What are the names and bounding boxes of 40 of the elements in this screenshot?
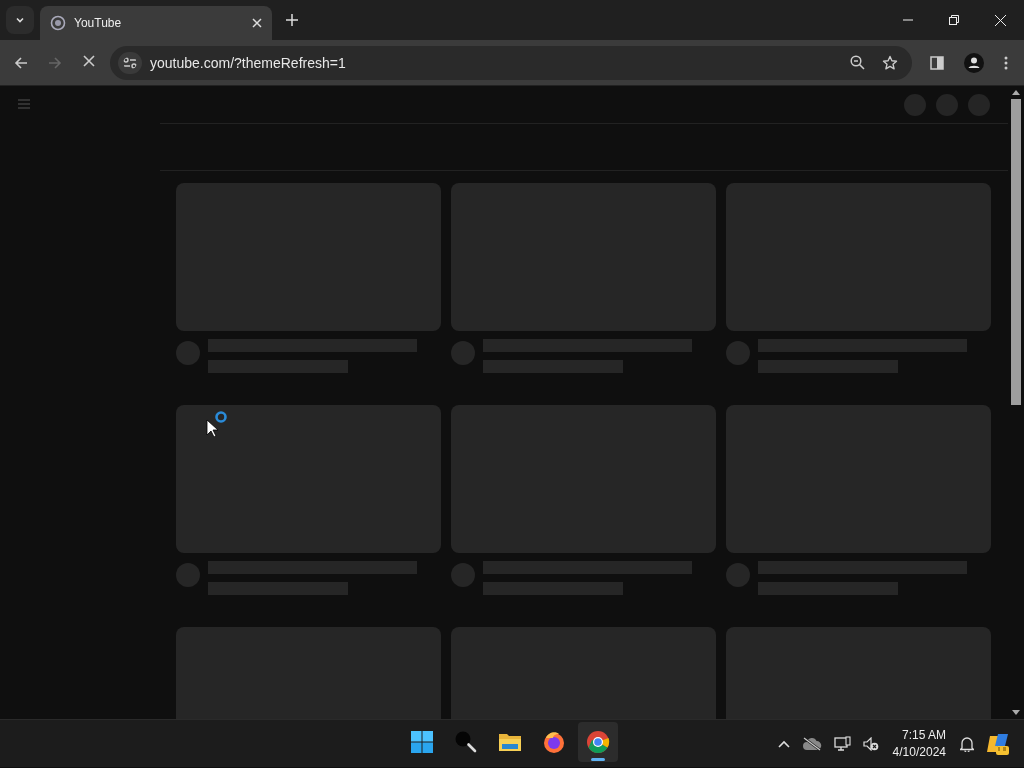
firefox-browser-icon	[542, 730, 566, 754]
menu-icon[interactable]	[1004, 55, 1008, 70]
avatar-placeholder	[726, 341, 750, 365]
url-text: youtube.com/?themeRefresh=1	[150, 54, 346, 71]
globe-icon[interactable]	[50, 15, 66, 31]
volume-muted-icon[interactable]	[862, 736, 879, 751]
close-icon[interactable]	[995, 14, 1006, 26]
windows-start-icon	[410, 730, 434, 754]
avatar-placeholder	[726, 563, 750, 587]
scrollbar-thumb[interactable]	[1011, 99, 1021, 405]
new-tab-icon[interactable]	[286, 14, 298, 26]
avatar-placeholder	[176, 563, 200, 587]
avatar-placeholder	[451, 563, 475, 587]
profile-icon[interactable]	[964, 52, 984, 73]
chevron-up-icon[interactable]	[777, 739, 790, 748]
taskbar-chrome-button[interactable]	[578, 722, 618, 762]
scroll-down-icon[interactable]	[1012, 710, 1020, 715]
zoom-out-icon[interactable]	[850, 55, 865, 70]
search-icon	[454, 730, 478, 754]
clock-date: 4/10/2024	[892, 743, 946, 761]
stop-icon[interactable]	[82, 53, 96, 68]
clock-time: 7:15 AM	[901, 726, 946, 744]
copilot-icon[interactable]	[986, 731, 1010, 756]
bell-icon[interactable]	[960, 735, 974, 752]
chrome-browser-icon	[586, 730, 610, 754]
star-icon[interactable]	[882, 54, 898, 71]
clock[interactable]: 7:15 AM 4/10/2024	[892, 726, 946, 761]
avatar-placeholder	[176, 341, 200, 365]
browser-tab[interactable]: YouTube	[40, 6, 272, 40]
busy-cursor-icon	[206, 411, 230, 437]
avatar-placeholder	[451, 341, 475, 365]
address-bar[interactable]: youtube.com/?themeRefresh=1	[110, 45, 912, 80]
close-tab-icon[interactable]	[252, 18, 262, 28]
back-icon[interactable]	[14, 55, 28, 70]
network-icon[interactable]	[833, 735, 851, 752]
site-settings-icon[interactable]	[118, 51, 142, 74]
cloud-off-icon[interactable]	[801, 736, 822, 751]
side-panel-icon[interactable]	[930, 55, 944, 70]
scroll-up-icon[interactable]	[1012, 90, 1020, 95]
restore-icon[interactable]	[949, 15, 959, 25]
